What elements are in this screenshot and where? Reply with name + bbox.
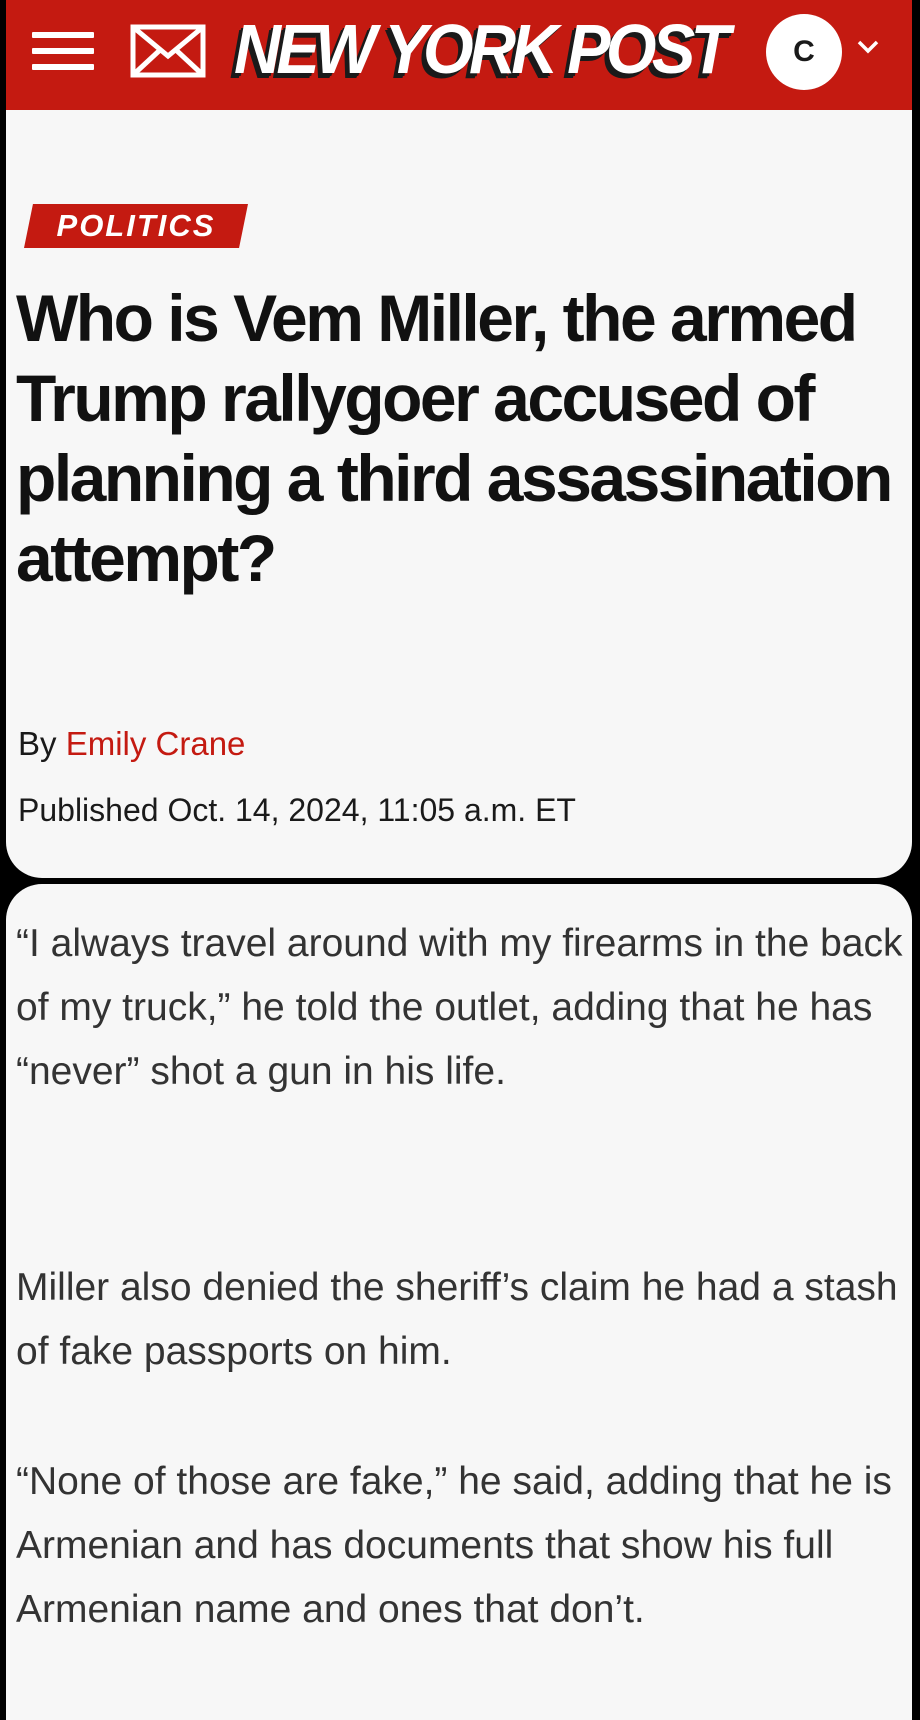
article-header-card: NEW YORK POST C POLITICS Who is Vem Mill… [6,0,912,878]
section-tag-politics[interactable]: POLITICS [24,204,248,248]
account-avatar[interactable]: C [766,14,842,90]
article-body-card: “I always travel around with my firearms… [6,884,912,1720]
byline: By Emily Crane [18,722,245,766]
body-paragraph: “I always travel around with my firearms… [16,922,903,1093]
body-paragraph: Miller also denied the sheriff’s claim h… [16,1266,898,1373]
article-headline: Who is Vem Miller, the armed Trump rally… [16,281,893,595]
new-york-post-logo[interactable]: NEW YORK POST [234,2,730,96]
author-link[interactable]: Emily Crane [66,725,246,762]
published-date: Published Oct. 14, 2024, 11:05 a.m. ET [18,792,576,828]
byline-prefix: By [18,725,66,762]
body-paragraph: “None of those are fake,” he said, addin… [16,1460,892,1631]
top-navigation-bar: NEW YORK POST C [6,0,912,110]
hamburger-menu-icon[interactable] [32,24,94,76]
envelope-icon[interactable] [130,24,206,78]
chevron-down-icon[interactable] [856,38,880,56]
